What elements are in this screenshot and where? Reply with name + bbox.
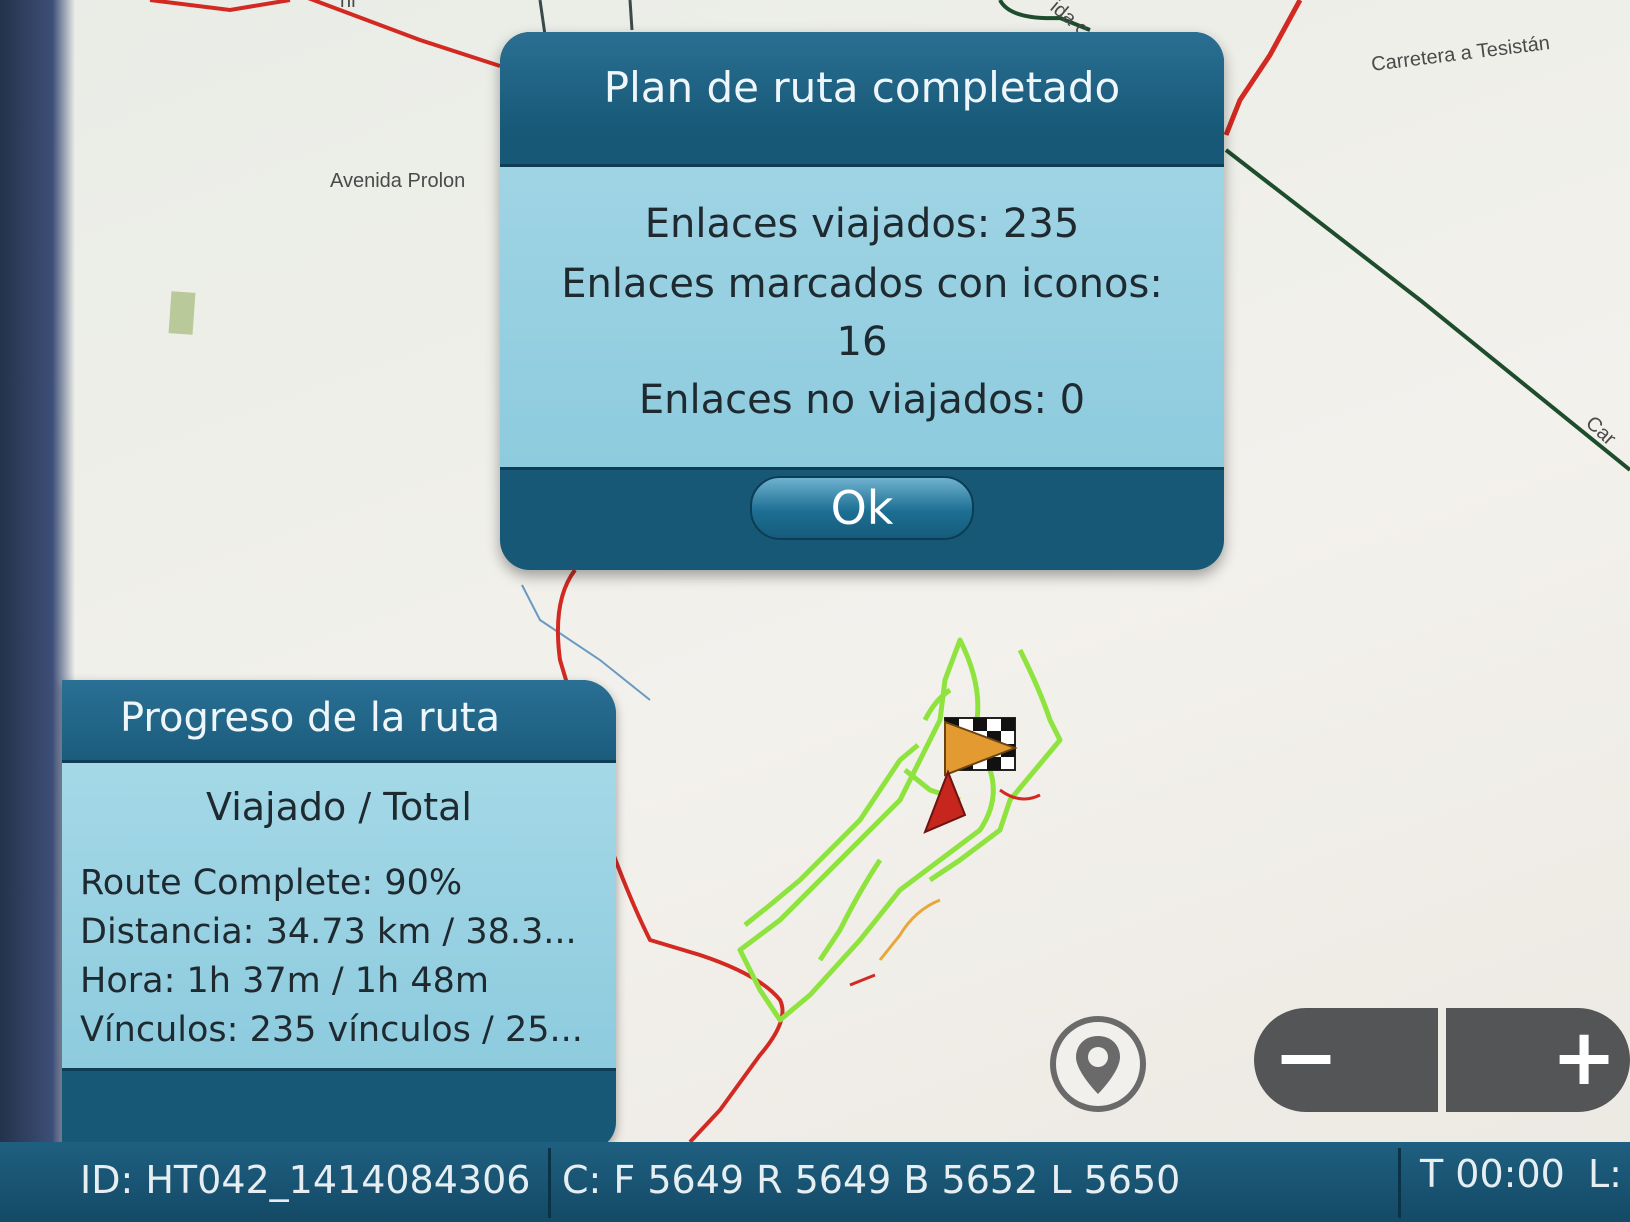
dialog-line-links-marked: Enlaces marcados con iconos: bbox=[561, 261, 1163, 307]
dialog-body: Enlaces viajados: 235 Enlaces marcados c… bbox=[500, 164, 1224, 470]
minus-icon: − bbox=[1273, 1013, 1339, 1103]
zoom-out-button[interactable]: − bbox=[1254, 1008, 1438, 1112]
progress-body: Viajado / Total Route Complete: 90% Dist… bbox=[62, 760, 616, 1071]
road-green-east bbox=[1224, 148, 1630, 472]
map-park-patch bbox=[168, 291, 196, 335]
trail-red-segment-2 bbox=[849, 973, 876, 987]
progress-distance: Distancia: 34.73 km / 38.3... bbox=[80, 912, 577, 952]
progress-time: Hora: 1h 37m / 1h 48m bbox=[80, 961, 489, 1001]
trail-orange bbox=[878, 898, 941, 961]
status-counts: C: F 5649 R 5649 B 5652 L 5650 bbox=[562, 1158, 1181, 1202]
dialog-line-links-traveled: Enlaces viajados: 235 bbox=[644, 201, 1080, 247]
status-id: ID: HT042_1414084306 bbox=[80, 1158, 531, 1202]
status-time: T 00:00 bbox=[1420, 1152, 1565, 1196]
dialog-line-links-not-traveled: Enlaces no viajados: 0 bbox=[638, 377, 1086, 423]
street-label-avenida: Avenida Prolon bbox=[330, 170, 466, 192]
trail-network bbox=[737, 637, 1063, 1023]
status-divider bbox=[548, 1148, 551, 1218]
status-bar: ID: HT042_1414084306 C: F 5649 R 5649 B … bbox=[0, 1142, 1630, 1222]
road-red-east bbox=[1223, 0, 1303, 136]
progress-route-complete: Route Complete: 90% bbox=[80, 863, 463, 903]
route-complete-dialog: Plan de ruta completado Enlaces viajados… bbox=[500, 32, 1224, 570]
ok-button[interactable]: Ok bbox=[750, 476, 974, 540]
progress-title: Progreso de la ruta bbox=[62, 680, 616, 760]
route-progress-panel: Progreso de la ruta Viajado / Total Rout… bbox=[62, 680, 616, 1150]
plus-icon: + bbox=[1551, 1013, 1617, 1103]
zoom-in-button[interactable]: + bbox=[1446, 1008, 1630, 1112]
road-dark-top bbox=[538, 0, 634, 36]
zoom-control: − + bbox=[1254, 1008, 1630, 1112]
street-label-top-partial-1: nr bbox=[340, 0, 358, 12]
progress-links: Vínculos: 235 vínculos / 25... bbox=[80, 1010, 583, 1050]
start-flag-icon bbox=[923, 769, 967, 834]
dialog-line-links-marked-count: 16 bbox=[836, 319, 888, 365]
status-divider bbox=[1398, 1148, 1401, 1218]
location-pin-icon bbox=[1076, 1036, 1120, 1094]
dialog-title: Plan de ruta completado bbox=[500, 32, 1224, 132]
status-l-partial: L: bbox=[1588, 1152, 1622, 1196]
progress-subtitle: Viajado / Total bbox=[206, 785, 472, 829]
map-screen[interactable]: Avenida Prolon Carretera a Tesistán Car … bbox=[0, 0, 1630, 1222]
locate-button[interactable] bbox=[1050, 1016, 1146, 1112]
road-red-north bbox=[149, 0, 501, 68]
